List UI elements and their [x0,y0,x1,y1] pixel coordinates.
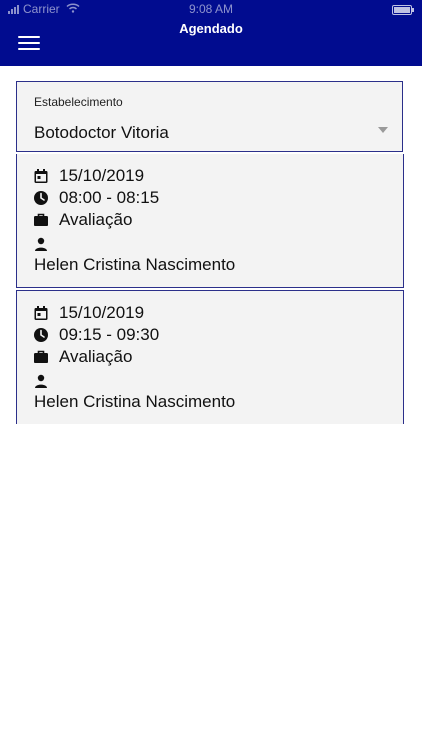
establishment-select[interactable]: Estabelecimento Botodoctor Vitoria [16,81,403,152]
briefcase-icon [33,349,49,365]
appointment-service-row: Avaliação [33,210,132,230]
person-icon [33,373,49,389]
status-bar: Carrier 9:08 AM [0,0,422,20]
appointment-time-row: 09:15 - 09:30 [33,325,159,345]
battery-icon [392,5,414,15]
app-header: Carrier 9:08 AM Agendado [0,0,422,66]
appointment-service: Avaliação [59,347,133,366]
appointment-professional: Helen Cristina Nascimento [34,392,236,411]
appointment-time-row: 08:00 - 08:15 [33,188,159,208]
appointment-professional-icon-row [33,373,49,389]
appointment-date-row: 15/10/2019 [33,303,144,323]
hamburger-menu-icon[interactable] [18,36,40,50]
appointment-date: 15/10/2019 [59,303,145,322]
appointment-time: 09:15 - 09:30 [59,325,160,344]
appointment-card[interactable]: 15/10/2019 08:00 - 08:15 Avaliação Helen… [16,154,404,288]
appointment-date-row: 15/10/2019 [33,166,144,186]
appointment-professional: Helen Cristina Nascimento [34,255,236,274]
clock-icon [33,327,49,343]
caret-down-icon [378,127,388,133]
appointment-date: 15/10/2019 [59,166,145,185]
person-icon [33,236,49,252]
appointment-professional-icon-row [33,236,49,252]
status-time: 9:08 AM [188,2,234,16]
calendar-icon [33,168,49,184]
appointment-time: 08:00 - 08:15 [59,188,160,207]
appointment-card[interactable]: 15/10/2019 09:15 - 09:30 Avaliação Helen… [16,290,404,424]
page-title: Agendado [179,21,243,36]
briefcase-icon [33,212,49,228]
establishment-label: Estabelecimento [34,95,123,109]
appointment-service: Avaliação [59,210,133,229]
calendar-icon [33,305,49,321]
clock-icon [33,190,49,206]
establishment-value: Botodoctor Vitoria [34,123,169,142]
appointment-service-row: Avaliação [33,347,132,367]
